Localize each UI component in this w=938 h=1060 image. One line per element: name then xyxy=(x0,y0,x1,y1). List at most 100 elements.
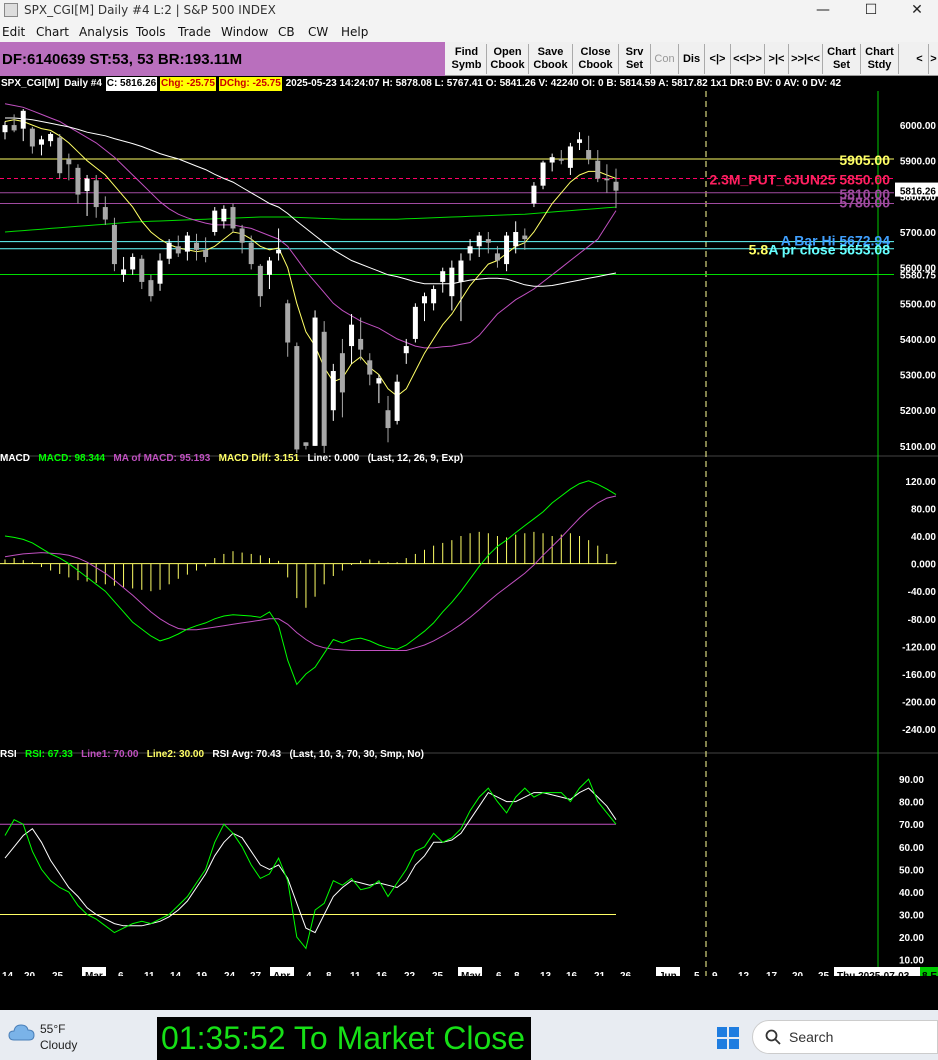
rsi-tick-label: 50.00 xyxy=(899,865,924,876)
candle-body xyxy=(84,178,90,192)
candle-body xyxy=(540,162,546,186)
menu-chart[interactable]: Chart xyxy=(36,25,69,39)
rsi-line xyxy=(4,778,617,950)
close-value: C: 5816.26 xyxy=(105,77,158,91)
menu-cw[interactable]: CW xyxy=(308,25,328,39)
macd-tick-label: 0.000 xyxy=(911,560,936,571)
maximize-button[interactable]: ☐ xyxy=(848,0,894,22)
menu-trade[interactable]: Trade xyxy=(178,25,211,39)
close-button[interactable]: ✕ xyxy=(894,0,938,22)
date-tick-label: 20 xyxy=(24,971,36,976)
chart-svg[interactable]: 6000.005900.005800.005700.005600.005500.… xyxy=(0,91,938,976)
candle-body xyxy=(48,133,54,142)
menu-cb[interactable]: CB xyxy=(278,25,295,39)
disconnect-button[interactable]: Dis xyxy=(679,44,705,74)
search-icon xyxy=(765,1029,781,1045)
candle-body xyxy=(595,160,601,179)
candle-body xyxy=(2,125,8,133)
date-tick-label: 17 xyxy=(766,971,778,976)
candle-body xyxy=(504,235,510,265)
candle-body xyxy=(403,346,409,354)
taskbar-search[interactable]: Search xyxy=(752,1020,938,1054)
quote-details: 2025-05-23 14:24:07 H: 5878.08 L: 5767.4… xyxy=(285,78,842,89)
candle-body xyxy=(184,235,190,252)
scroll-right-button[interactable]: > xyxy=(929,44,938,74)
candle-body xyxy=(339,353,345,393)
rsi-tick-label: 40.00 xyxy=(899,888,924,899)
candle-body xyxy=(330,371,336,411)
daily-change-value: DChg: -25.75 xyxy=(218,77,282,91)
candle-body xyxy=(75,167,81,195)
compress-button[interactable]: >|< xyxy=(765,44,789,74)
chart-studies-button[interactable]: Chart Stdy xyxy=(861,44,899,74)
date-tick-label: 20 xyxy=(792,971,804,976)
candle-body xyxy=(467,246,473,254)
menu-window[interactable]: Window xyxy=(221,25,268,39)
candle-body xyxy=(431,289,437,304)
menu-edit[interactable]: Edit xyxy=(2,25,25,39)
date-tick-label: 25 xyxy=(52,971,64,976)
date-tick-label: 16 xyxy=(566,971,578,976)
candle-body xyxy=(239,228,245,243)
menu-analysis[interactable]: Analysis xyxy=(79,25,128,39)
candle-body xyxy=(586,150,592,159)
open-cbook-button[interactable]: Open Cbook xyxy=(487,44,529,74)
chart-area[interactable]: 6000.00 5900.00 5800.00 5700.00 5600.00 5500.… xyxy=(0,91,938,991)
expand-button[interactable]: <<|>> xyxy=(731,44,765,74)
candle-body xyxy=(604,178,610,181)
find-symbol-button[interactable]: Find Symb xyxy=(447,44,487,74)
candle-body xyxy=(485,239,491,243)
candle-body xyxy=(276,249,282,254)
candle-body xyxy=(139,258,145,282)
date-tick-label: 24 xyxy=(224,971,236,976)
windows-start-icon[interactable] xyxy=(716,1026,740,1050)
app-icon xyxy=(4,3,18,17)
price-tick-label: 5400.00 xyxy=(900,335,937,346)
candle-body xyxy=(212,210,218,233)
rsi-tick-label: 90.00 xyxy=(899,775,924,786)
scroll-left-button[interactable]: < xyxy=(911,44,929,74)
date-tick-label: 9 xyxy=(712,971,718,976)
price-tick-label: 5200.00 xyxy=(900,406,937,417)
menu-tools[interactable]: Tools xyxy=(136,25,166,39)
candle-body xyxy=(531,185,537,204)
candle-body xyxy=(102,207,108,220)
taskbar: 55°F Cloudy 01:35:52 To Market Close Sea… xyxy=(0,1010,938,1060)
menu-help[interactable]: Help xyxy=(341,25,368,39)
date-tick-label: 25 xyxy=(432,971,444,976)
symbol-label: SPX_CGI[M] xyxy=(1,78,60,89)
candle-body xyxy=(38,139,44,145)
rsi-avg-line xyxy=(4,787,617,934)
macd-tick-label: 120.00 xyxy=(905,477,936,488)
candle-body xyxy=(20,110,26,129)
date-tick-label: May xyxy=(461,971,481,976)
candle-body xyxy=(266,260,272,275)
rsi-tick-label: 60.00 xyxy=(899,843,924,854)
macd-tick-label: 40.00 xyxy=(911,532,936,543)
candle-body xyxy=(494,253,500,261)
candle-body xyxy=(294,346,300,450)
scroll-center-button[interactable]: <|> xyxy=(705,44,731,74)
compress-more-button[interactable]: >>|<< xyxy=(789,44,823,74)
candle-body xyxy=(321,331,327,446)
candle-body xyxy=(394,381,400,421)
toolbar: DF:6140639 ST:53, 53 BR:193.11M Find Symb… xyxy=(0,42,938,76)
candle-body xyxy=(358,338,364,350)
date-tick-label: 12 xyxy=(738,971,750,976)
current-price-label: 5816.26 xyxy=(900,187,937,198)
macd-tick-label: -40.00 xyxy=(908,587,937,598)
date-tick-label: 27 xyxy=(250,971,262,976)
level-5905-label: 5905.00 xyxy=(839,152,890,168)
minimize-button[interactable]: — xyxy=(800,0,846,22)
close-cbook-button[interactable]: Close Cbook xyxy=(573,44,619,74)
weather-condition: Cloudy xyxy=(40,1038,78,1052)
connect-button[interactable]: Con xyxy=(651,44,679,74)
save-cbook-button[interactable]: Save Cbook xyxy=(529,44,573,74)
candle-body xyxy=(385,410,391,429)
chart-settings-button[interactable]: Chart Set xyxy=(823,44,861,74)
candle-body xyxy=(166,242,172,259)
server-settings-button[interactable]: Srv Set xyxy=(619,44,651,74)
candle-body xyxy=(248,242,254,265)
macd-tick-label: 80.00 xyxy=(911,504,936,515)
candle-body xyxy=(440,271,446,282)
